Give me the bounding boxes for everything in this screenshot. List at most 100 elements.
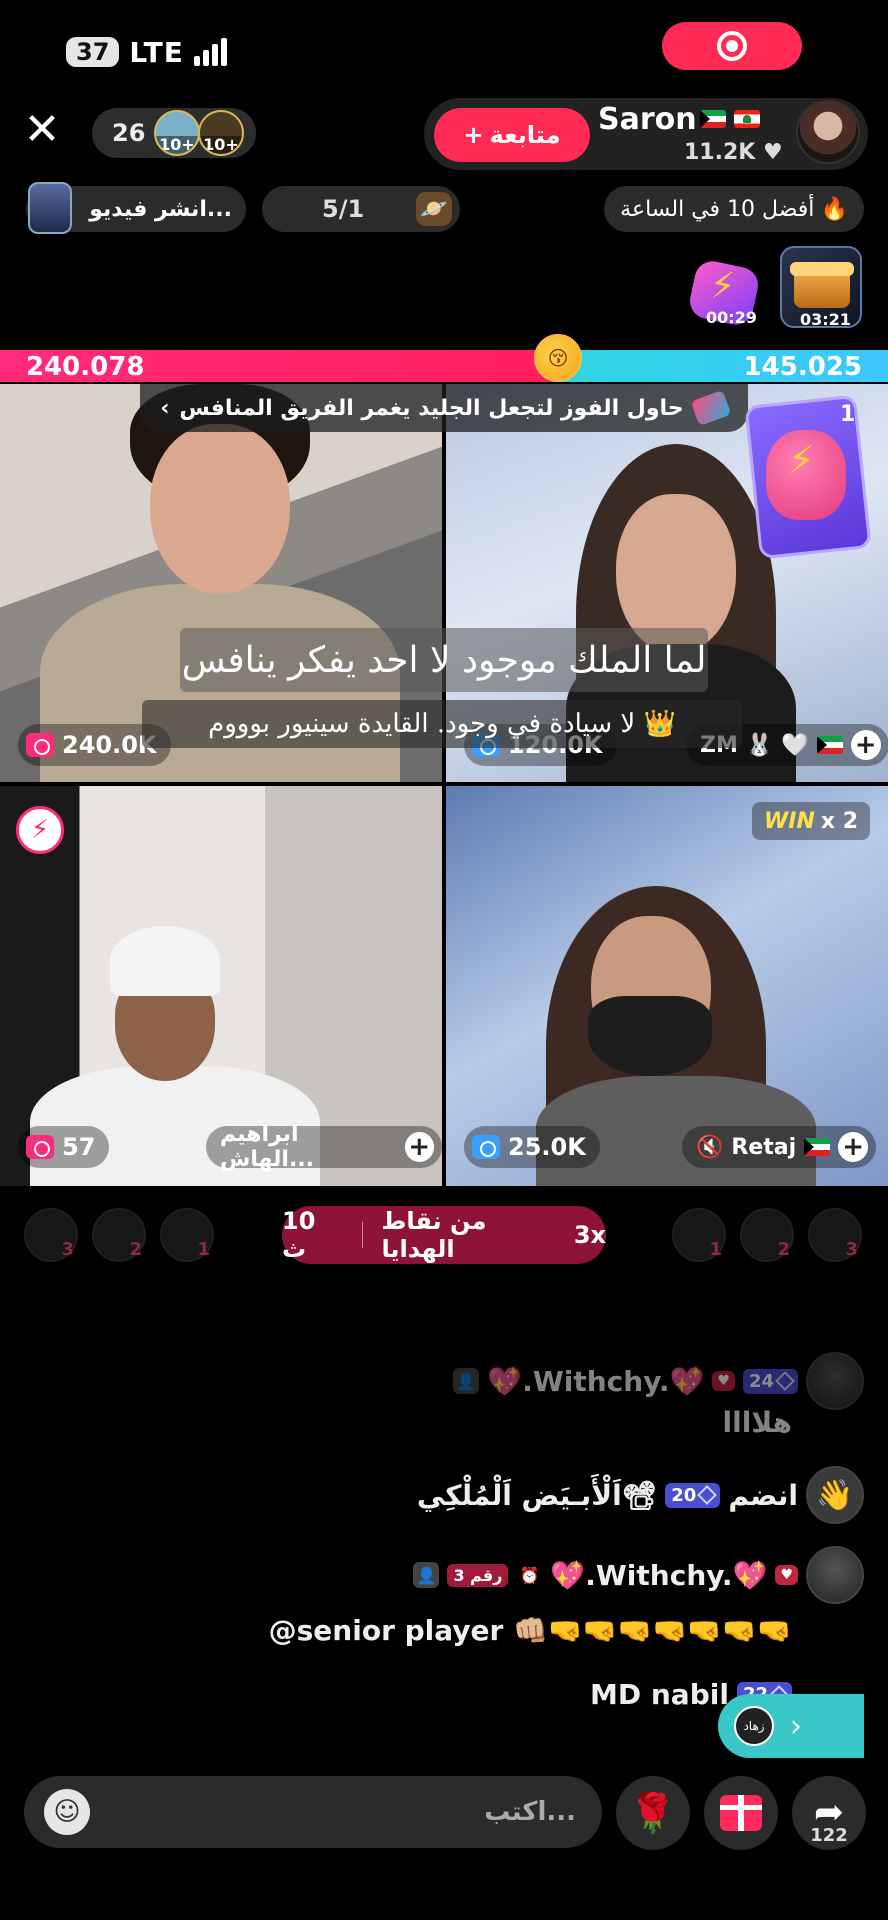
chat-message[interactable]: 👋 انضم 20 اَلْأَبـيَض اَلْمُلْكِي📽 [417,1466,864,1524]
heart-icon: ♥ [763,140,783,165]
rabbit-icon: 🐰 [745,732,774,758]
right-team-score: 145.025 [743,352,862,382]
guest-figure [588,996,712,1076]
follow-button[interactable]: + متابعة [434,108,590,162]
host-avatar[interactable] [796,100,860,164]
tile-name: Retaj [731,1134,797,1160]
level-value: 20 [671,1484,697,1506]
gift-icon [720,1795,762,1831]
close-button[interactable]: ✕ [22,108,62,152]
battle-ratio[interactable]: 5/1 🪐 [262,186,460,232]
chat-username[interactable]: MD nabil [590,1678,729,1711]
rank-avatar[interactable]: 2 [740,1208,794,1262]
robot-icon [28,182,72,234]
cohost-request-button[interactable]: زهاد › [718,1694,864,1758]
rank-avatar[interactable]: 2 [92,1208,146,1262]
battery-indicator: 37 [66,37,120,67]
emoji-icon[interactable]: ☺ [44,1789,90,1835]
card-count: 1 [840,402,856,427]
lightning-box-icon[interactable]: ⚡ 00:29 [686,257,764,329]
friend-icon: 👤 [413,1562,440,1588]
top10-ranking[interactable]: أفضل 10 في الساعة 🔥 [604,186,864,232]
rank-number: 1 [197,1239,210,1260]
kiss-emoji-icon: 😚 [534,334,582,382]
chat-username[interactable]: اَلْأَبـيَض اَلْمُلْكِي📽 [417,1479,657,1512]
level-value: 24 [748,1370,774,1392]
rank-number: 3 [845,1239,858,1260]
challenge-banner[interactable]: ‹ حاول الفوز لتجعل الجليد يغمر الفريق ال… [140,384,748,432]
kuwait-flag-icon [804,1138,831,1156]
host-likes-count: 11.2K [684,140,756,165]
wave-icon: 👋 [806,1466,864,1524]
host-likes: 11.2K ♥ [684,140,783,165]
gift-points-timer: 10 ث [282,1207,316,1263]
network-type: LTE [129,35,184,69]
friend-icon: 👤 [453,1368,480,1394]
win-label: WIN [764,808,815,834]
viewer-avatar[interactable]: 10+ [198,110,244,156]
host-name: Saron [598,102,697,137]
rank-number: 1 [709,1239,722,1260]
record-icon [717,31,747,61]
gift-points-multiplier: 10 ث من نقاط الهدايا 3x [282,1206,606,1264]
rank-number: 2 [777,1239,790,1260]
rose-icon: 🌹 [629,1790,677,1835]
chat-text: @senior player 👊🏼🤜🤜🤜🤜🤜🤜🤜 [268,1614,792,1647]
tile-score-value: 57 [62,1133,96,1161]
left-team-score: 240.078 [26,352,145,382]
treasure-chest-icon[interactable]: 03:21 [780,246,862,329]
comment-input[interactable]: ☺ اكتب... [24,1776,602,1848]
level-badge: 24 [742,1368,798,1394]
chat-username[interactable]: 💖.Withchy.💖 [550,1559,767,1592]
status-bar: 37 LTE [66,34,227,70]
gift-camera-icon [472,1135,500,1159]
chat-avatar[interactable] [806,1546,864,1604]
fire-icon: 🔥 [820,196,848,222]
chat-avatar[interactable] [806,1352,864,1410]
follow-plus-button[interactable]: + [838,1132,869,1162]
screen-record-button[interactable] [662,22,802,70]
tile-score: 57 [18,1126,110,1168]
chat-message[interactable]: 24 ♥ 💖.Withchy.💖 👤 [453,1352,864,1410]
win-multiplier: x 2 [820,808,859,834]
follow-plus-button[interactable]: + [404,1132,434,1162]
tile-name-badge[interactable]: ابراهيم الهاش... + [206,1122,442,1172]
ice-cube-icon [690,389,732,427]
rose-gift-button[interactable]: 🌹 [616,1776,690,1850]
viewer-avatar[interactable]: 10+ [154,110,200,156]
rank-avatar[interactable]: 1 [672,1208,726,1262]
share-video-button[interactable]: انشر فيديو... [26,182,246,234]
comment-placeholder: اكتب... [484,1797,576,1827]
chat-text: هلاااا [722,1406,792,1439]
fan-badge-icon: ♥ [775,1565,798,1585]
boost-icon[interactable]: ⚡ [16,806,64,854]
tile-name-badge[interactable]: 🔇 Retaj + [682,1126,877,1168]
guest-video-tile-4[interactable]: 25.0K 🔇 Retaj + [446,786,888,1186]
follow-plus-button[interactable]: + [850,730,881,760]
plus-icon: + [463,121,484,149]
divider [361,1222,364,1248]
gift-camera-icon [26,1135,54,1159]
chat-username[interactable]: 💖.Withchy.💖 [487,1365,704,1398]
join-action: انضم [728,1478,798,1512]
challenge-text: حاول الفوز لتجعل الجليد يغمر الفريق المن… [179,395,684,421]
rank-avatar[interactable]: 3 [808,1208,862,1262]
kuwait-flag-icon [816,736,843,754]
guest-video-tile-3[interactable]: 57 ابراهيم الهاش... + [0,786,442,1186]
gift-points-label: من نقاط الهدايا [381,1207,487,1263]
share-video-label: انشر فيديو... [89,196,232,222]
rank-avatar[interactable]: 1 [160,1208,214,1262]
battle-ratio-value: 5/1 [322,195,365,223]
planet-icon: 🪐 [416,192,452,226]
lebanon-flag-icon [734,110,760,128]
tile-score-value: 25.0K [508,1133,586,1161]
chat-message[interactable]: ♥ 💖.Withchy.💖 ⏰ رقم 3 👤 [413,1546,864,1604]
top10-label: أفضل 10 في الساعة [620,196,815,222]
fan-badge-icon: ♥ [712,1371,735,1391]
viewer-list[interactable]: 26 10+ 10+ [92,108,256,158]
share-button[interactable]: ➦ 122 [792,1776,866,1850]
rank-avatar[interactable]: 3 [24,1208,78,1262]
lightning-timer: 00:29 [706,308,757,327]
gift-button[interactable] [704,1776,778,1850]
signal-icon [193,38,227,66]
